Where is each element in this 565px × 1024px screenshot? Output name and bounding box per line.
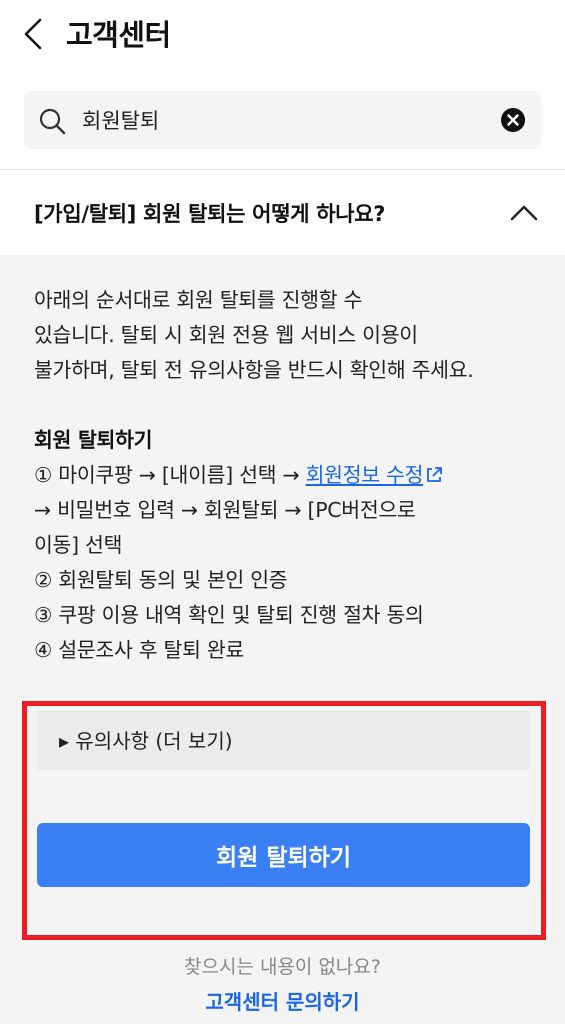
faq-question: [가입/탈퇴] 회원 탈퇴는 어떻게 하나요? bbox=[34, 202, 386, 226]
chevron-left-icon[interactable] bbox=[18, 14, 48, 54]
top-app-bar: 고객센터 bbox=[0, 0, 565, 72]
faq-item-header[interactable]: [가입/탈퇴] 회원 탈퇴는 어떻게 하나요? bbox=[0, 170, 565, 255]
notice-label: ▸ 유의사항 (더 보기) bbox=[59, 729, 233, 753]
clear-circle-icon[interactable] bbox=[500, 107, 526, 133]
notice-expander[interactable]: ▸ 유의사항 (더 보기) bbox=[37, 710, 530, 770]
step-3: ③ 쿠팡 이용 내역 확인 및 탈퇴 진행 절차 동의 bbox=[34, 603, 424, 627]
chevron-up-icon[interactable] bbox=[508, 200, 540, 224]
answer-intro-line: 아래의 순서대로 회원 탈퇴를 진행할 수 bbox=[34, 288, 363, 312]
page-title: 고객센터 bbox=[66, 18, 171, 52]
member-info-edit-link[interactable]: 회원정보 수정 bbox=[306, 463, 424, 487]
contact-support-link[interactable]: 고객센터 문의하기 bbox=[0, 986, 565, 1015]
answer-intro-line: 불가하며, 탈퇴 전 유의사항을 반드시 확인해 주세요. bbox=[34, 358, 474, 382]
external-link-icon bbox=[427, 467, 443, 482]
answer-intro-line: 있습니다. 탈퇴 시 회원 전용 웹 서비스 이용이 bbox=[34, 323, 418, 347]
faq-answer-panel: 아래의 순서대로 회원 탈퇴를 진행할 수 있습니다. 탈퇴 시 회원 전용 웹… bbox=[0, 255, 565, 1024]
step-2: ② 회원탈퇴 동의 및 본인 인증 bbox=[34, 568, 288, 592]
search-icon bbox=[39, 108, 66, 135]
faq-answer: 아래의 순서대로 회원 탈퇴를 진행할 수 있습니다. 탈퇴 시 회원 전용 웹… bbox=[34, 283, 544, 668]
search-input[interactable] bbox=[82, 100, 482, 140]
step-1-line-2: → 비밀번호 입력 → 회원탈퇴 → [PC버전으로 bbox=[34, 498, 416, 522]
withdraw-button[interactable]: 회원 탈퇴하기 bbox=[37, 823, 530, 887]
step-1-line-3: 이동] 선택 bbox=[34, 533, 123, 557]
footer-question: 찾으시는 내용이 없나요? bbox=[184, 956, 381, 978]
step-1-text: ① 마이쿠팡 → [내이름] 선택 → bbox=[34, 463, 306, 487]
steps-title: 회원 탈퇴하기 bbox=[34, 428, 153, 452]
step-4: ④ 설문조사 후 탈퇴 완료 bbox=[34, 638, 244, 662]
search-bar[interactable] bbox=[24, 91, 542, 149]
step-1: ① 마이쿠팡 → [내이름] 선택 → 회원정보 수정 bbox=[34, 458, 544, 493]
